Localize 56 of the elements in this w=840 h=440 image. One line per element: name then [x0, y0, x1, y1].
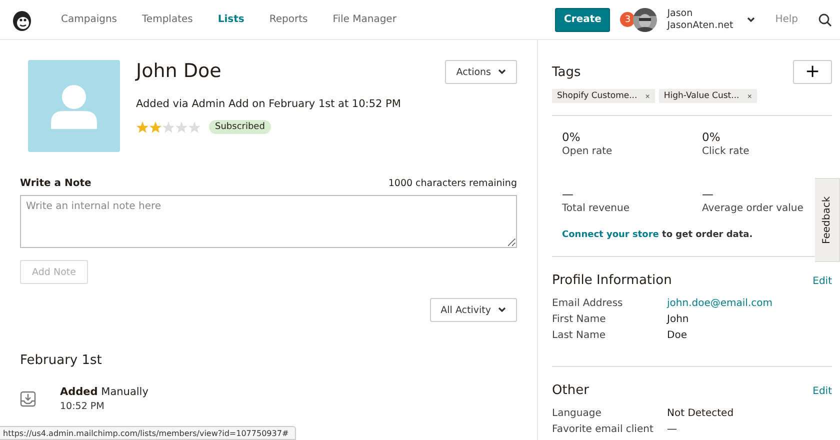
nav-link[interactable]: Templates [142, 14, 193, 25]
star-rating[interactable] [136, 120, 201, 134]
field-label: Language [552, 407, 602, 421]
field-label: Last Name [552, 329, 607, 343]
tag-label: High-Value Cust... [664, 91, 740, 101]
field-value: Doe [667, 329, 687, 343]
edit-link[interactable]: Edit [812, 276, 832, 287]
field-label: Email Address [552, 297, 624, 311]
stat-label: Click rate [702, 146, 750, 157]
stat-value: 0% [562, 130, 582, 144]
nav-link[interactable]: Lists [218, 14, 244, 25]
tag-label: Shopify Custome... [557, 91, 638, 101]
field-value: Not Detected [667, 407, 734, 421]
section-heading: Profile Information [552, 273, 672, 288]
help-link[interactable]: Help [775, 14, 798, 25]
activity-event: Added Manually [60, 386, 148, 398]
activity-filter-dropdown[interactable]: All Activity [430, 298, 517, 322]
stat-label: Total revenue [562, 203, 630, 214]
notification-badge: 3 [620, 12, 636, 27]
create-button[interactable]: Create [555, 8, 610, 32]
tags-heading: Tags [552, 64, 581, 80]
field-label: Favorite email client [552, 423, 654, 437]
edit-link[interactable]: Edit [812, 386, 832, 397]
user-name[interactable]: Jason [667, 8, 734, 20]
field-value: — [667, 423, 677, 437]
note-label: Write a Note [20, 178, 92, 189]
section-heading: Other [552, 383, 589, 398]
nav-link[interactable]: Reports [269, 14, 308, 25]
connect-store-link[interactable]: Connect your store [562, 230, 659, 240]
field-value: John [667, 313, 689, 327]
contact-name: John Doe [136, 60, 222, 82]
remove-tag-button[interactable]: × [747, 92, 752, 100]
caret-icon[interactable] [747, 16, 756, 22]
caret-icon [498, 307, 506, 313]
status-url: https://us4.admin.mailchimp.com/lists/members/view?id=107750937# [0, 426, 296, 440]
status-badge: Subscribed [209, 120, 271, 134]
nav-link[interactable]: Campaigns [61, 14, 118, 25]
feedback-tab[interactable]: Feedback [815, 178, 840, 262]
add-tag-button[interactable]: + [793, 60, 832, 84]
email-link[interactable]: john.doe@email.com [667, 296, 772, 312]
stat-value: 0% [702, 130, 722, 144]
actions-button[interactable]: Actions [445, 60, 517, 84]
field-label: First Name [552, 313, 607, 327]
user-site[interactable]: JasonAten.net [667, 20, 734, 32]
characters-remaining: 1000 characters remaining [388, 178, 517, 189]
search-icon[interactable] [818, 12, 832, 26]
added-text: Added via Admin Add on February 1st at 10:52 PM [136, 98, 402, 110]
stat-label: Open rate [562, 146, 614, 157]
download-tray-icon [20, 391, 36, 407]
contact-avatar-icon [28, 60, 120, 152]
nav-link[interactable]: File Manager [332, 14, 396, 25]
date-heading: February 1st [20, 353, 103, 368]
activity-time: 10:52 PM [60, 401, 106, 412]
stat-value: — [562, 187, 574, 201]
caret-icon [498, 69, 506, 75]
remove-tag-button[interactable]: × [645, 92, 650, 100]
